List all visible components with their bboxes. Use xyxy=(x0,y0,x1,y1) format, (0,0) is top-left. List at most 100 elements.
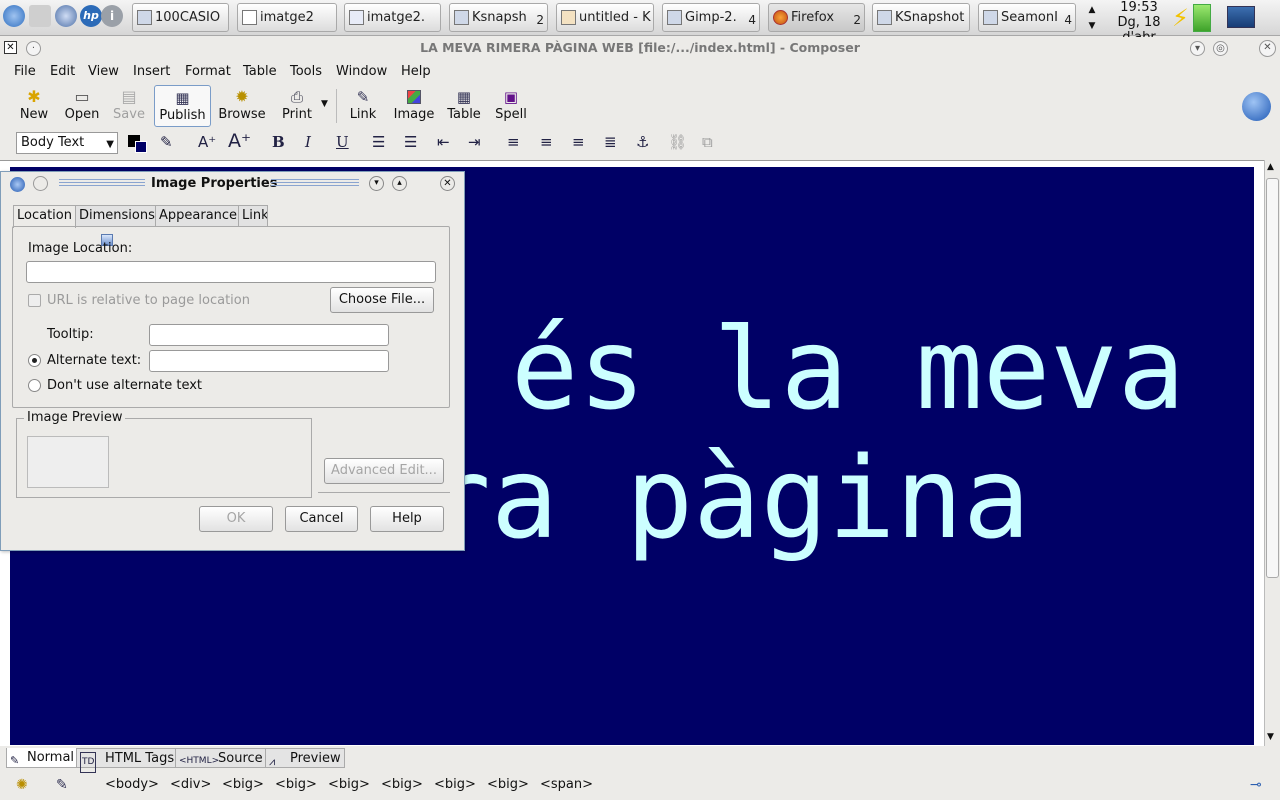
italic-button[interactable]: I xyxy=(305,133,311,151)
taskbar-item-imatge2-b[interactable]: imatge2. xyxy=(344,3,441,32)
tag-big[interactable]: <big> xyxy=(381,777,423,792)
align-right-icon[interactable]: ≡ xyxy=(572,133,585,151)
close-window-button[interactable]: ✕ xyxy=(1259,40,1276,57)
relative-url-checkbox[interactable] xyxy=(28,294,41,307)
menu-window[interactable]: Window xyxy=(336,64,387,79)
scroll-arrow-up-icon[interactable]: ▲ xyxy=(1086,4,1098,16)
indent-icon[interactable]: ⇥ xyxy=(468,133,481,151)
align-left-icon[interactable]: ≡ xyxy=(507,133,520,151)
tab-dimensions[interactable]: Dimensions xyxy=(75,205,159,227)
scroll-arrow-down-icon[interactable]: ▼ xyxy=(1086,20,1098,32)
bold-button[interactable]: B xyxy=(272,133,285,151)
tag-big[interactable]: <big> xyxy=(328,777,370,792)
vertical-scrollbar[interactable]: ▲ ▼ xyxy=(1264,160,1280,746)
font-size-smaller-icon[interactable]: A⁺ xyxy=(198,133,216,151)
browse-button[interactable]: ✹ Browse xyxy=(216,85,268,127)
link-button[interactable]: ✎ Link xyxy=(345,85,381,127)
taskbar-item-ksnapshot[interactable]: KSnapshot xyxy=(872,3,970,32)
menu-file[interactable]: File xyxy=(14,64,36,79)
help-button[interactable]: Help xyxy=(370,506,444,532)
no-alternate-text-radio[interactable] xyxy=(28,379,41,392)
print-dropdown-icon[interactable]: ▼ xyxy=(321,99,328,109)
info-icon[interactable]: i xyxy=(101,5,123,27)
scrollbar-thumb[interactable] xyxy=(1266,178,1279,578)
taskbar-item-untitled[interactable]: untitled - K xyxy=(556,3,654,32)
align-center-icon[interactable]: ≡ xyxy=(540,133,553,151)
advanced-edit-button[interactable]: Advanced Edit... xyxy=(324,458,444,484)
menu-edit[interactable]: Edit xyxy=(50,64,75,79)
menu-insert[interactable]: Insert xyxy=(133,64,170,79)
power-icon[interactable]: ⚡ xyxy=(1172,4,1192,32)
tag-big[interactable]: <big> xyxy=(487,777,529,792)
window-menu-icon[interactable]: ✕ xyxy=(4,41,17,54)
volume-icon[interactable] xyxy=(29,5,51,27)
underline-button[interactable]: U xyxy=(336,133,349,151)
publish-button[interactable]: ▦ Publish xyxy=(154,85,211,127)
alternate-text-input[interactable] xyxy=(149,350,389,372)
minimize-button[interactable]: ▾ xyxy=(1190,41,1205,56)
link-chain-icon[interactable]: ⛓ xyxy=(668,133,687,151)
tab-html-tags[interactable]: TD HTML Tags xyxy=(76,748,179,773)
tooltip-input[interactable] xyxy=(149,324,389,346)
taskbar-item-100casio[interactable]: 100CASIO xyxy=(132,3,229,32)
print-button[interactable]: ⎙ Print xyxy=(278,85,316,127)
tab-normal[interactable]: ✎ Normal xyxy=(6,748,79,768)
menu-format[interactable]: Format xyxy=(185,64,231,79)
dialog-minimize-icon[interactable]: ▾ xyxy=(369,176,384,191)
taskbar-item-ksnapshot-group[interactable]: Ksnapsh 2 xyxy=(449,3,548,32)
save-button[interactable]: ▤ Save xyxy=(110,85,148,127)
scroll-down-arrow[interactable]: ▼ xyxy=(1267,732,1274,742)
sticky-button[interactable]: · xyxy=(26,41,41,56)
image-button[interactable]: Image xyxy=(392,85,436,127)
back-arrow-icon[interactable] xyxy=(3,5,25,27)
highlight-icon[interactable]: ✎ xyxy=(160,133,173,151)
menu-table[interactable]: Table xyxy=(243,64,277,79)
tag-span[interactable]: <span> xyxy=(540,777,593,792)
hp-logo-icon[interactable]: hp xyxy=(80,5,102,27)
text-color-icon[interactable] xyxy=(128,135,148,153)
new-button[interactable]: ✱ New xyxy=(16,85,52,127)
font-size-larger-icon[interactable]: A⁺ xyxy=(228,130,251,152)
menu-help[interactable]: Help xyxy=(401,64,431,79)
tab-link[interactable]: Link xyxy=(238,205,268,227)
cancel-button[interactable]: Cancel xyxy=(285,506,358,532)
tab-appearance[interactable]: Appearance xyxy=(155,205,242,227)
alternate-text-radio[interactable] xyxy=(28,354,41,367)
tag-div[interactable]: <div> xyxy=(170,777,211,792)
spell-button[interactable]: ▣ Spell xyxy=(493,85,529,127)
tab-source[interactable]: <HTML> Source xyxy=(175,748,267,768)
dialog-maximize-icon[interactable]: ▴ xyxy=(392,176,407,191)
battery-icon[interactable] xyxy=(1193,4,1211,32)
window-title: LA MEVA RIMERA PÀGINA WEB [file:/.../ind… xyxy=(420,40,860,55)
taskbar-item-seamonkey[interactable]: SeamonI 4 xyxy=(978,3,1076,32)
table-button[interactable]: ▦ Table xyxy=(445,85,483,127)
layer-icon[interactable]: ⧉ xyxy=(702,133,713,151)
taskbar-item-firefox[interactable]: Firefox 2 xyxy=(768,3,865,32)
tag-big[interactable]: <big> xyxy=(222,777,264,792)
anchor-icon[interactable]: ⚓ xyxy=(636,133,649,151)
tag-big[interactable]: <big> xyxy=(434,777,476,792)
bullet-list-icon[interactable]: ☰ xyxy=(372,133,385,151)
network-globe-icon[interactable] xyxy=(55,5,77,27)
maximize-button[interactable]: ◎ xyxy=(1213,41,1228,56)
taskbar-item-imatge2-a[interactable]: imatge2 xyxy=(237,3,337,32)
justify-icon[interactable]: ≣ xyxy=(604,133,617,151)
tag-big[interactable]: <big> xyxy=(275,777,317,792)
menu-tools[interactable]: Tools xyxy=(290,64,322,79)
tab-location[interactable]: Location xyxy=(13,205,76,228)
taskbar-item-gimp[interactable]: Gimp-2. 4 xyxy=(662,3,760,32)
dialog-sticky-icon[interactable] xyxy=(33,176,48,191)
scroll-up-arrow[interactable]: ▲ xyxy=(1267,162,1274,172)
dialog-close-icon[interactable]: ✕ xyxy=(440,176,455,191)
image-location-input[interactable] xyxy=(26,261,436,283)
menu-view[interactable]: View xyxy=(88,64,119,79)
choose-file-button[interactable]: Choose File... xyxy=(330,287,434,313)
show-desktop-icon[interactable] xyxy=(1227,6,1255,28)
outdent-icon[interactable]: ⇤ xyxy=(437,133,450,151)
ok-button[interactable]: OK xyxy=(199,506,273,532)
tag-body[interactable]: <body> xyxy=(105,777,159,792)
numbered-list-icon[interactable]: ☰ xyxy=(404,133,417,151)
tab-preview[interactable]: ⩘ Preview xyxy=(265,748,345,768)
open-button[interactable]: ▭ Open xyxy=(62,85,102,127)
paragraph-style-select[interactable]: Body Text ▼ xyxy=(16,132,118,154)
